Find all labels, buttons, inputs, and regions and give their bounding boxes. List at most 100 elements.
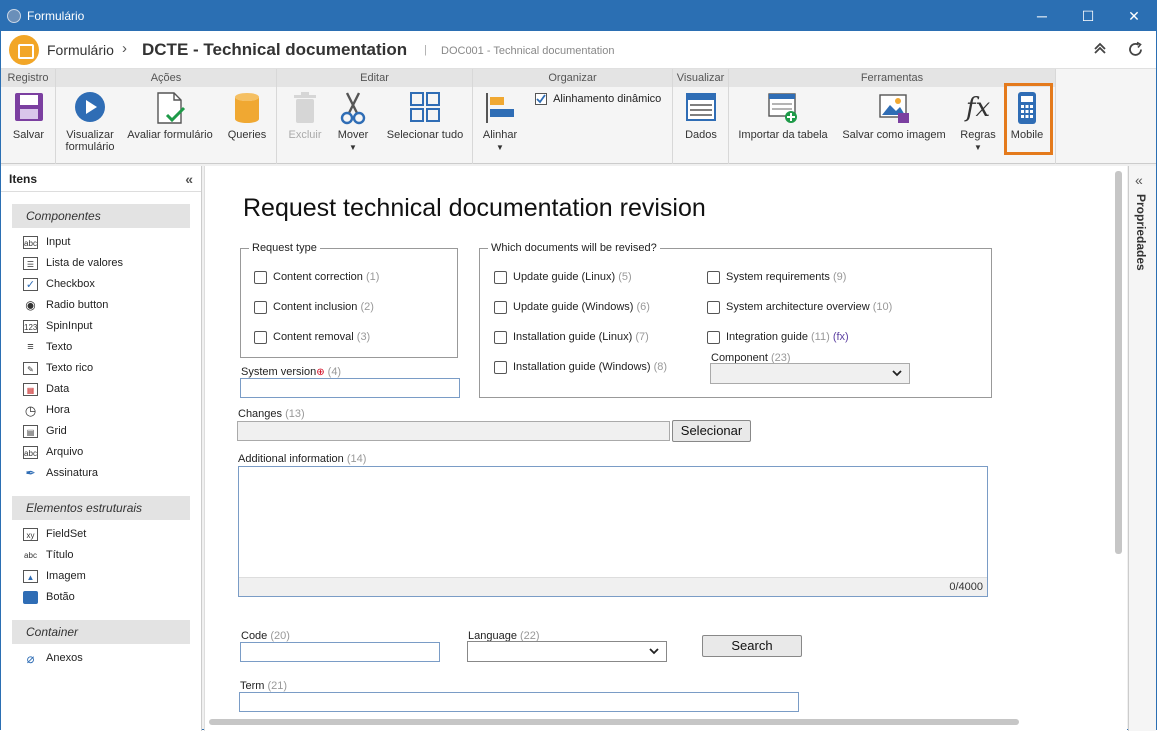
changes-label: Changes (13) bbox=[238, 408, 305, 420]
checkbox-installation-guide-windows[interactable]: Installation guide (Windows) (8) bbox=[494, 360, 667, 376]
collapse-panel-icon[interactable]: « bbox=[185, 166, 193, 192]
checkbox-content-inclusion[interactable]: Content inclusion (2) bbox=[254, 300, 374, 316]
mobile-highlight-frame bbox=[1004, 83, 1053, 155]
additional-info-textarea[interactable]: 0/4000 bbox=[238, 466, 988, 597]
save-button[interactable]: Salvar bbox=[6, 91, 51, 141]
data-button[interactable]: Dados bbox=[679, 91, 723, 141]
item-texto-rico[interactable]: ✎ Texto rico bbox=[1, 358, 201, 379]
ribbon-group-label: Visualizar bbox=[673, 69, 728, 87]
item-hora[interactable]: ◷ Hora bbox=[1, 400, 201, 421]
image-save-icon bbox=[878, 91, 910, 125]
item-fieldset[interactable]: xy FieldSet bbox=[1, 524, 201, 545]
item-botao[interactable]: Botão bbox=[1, 587, 201, 608]
checkbox-checked-icon bbox=[535, 93, 547, 106]
queries-button[interactable]: Queries bbox=[222, 91, 272, 141]
item-titulo[interactable]: abc Título bbox=[1, 545, 201, 566]
item-input[interactable]: abc Input bbox=[1, 232, 201, 253]
move-label: Mover bbox=[337, 129, 369, 141]
item-grid[interactable]: ▤ Grid bbox=[1, 421, 201, 442]
checkbox-system-requirements[interactable]: System requirements (9) bbox=[707, 270, 846, 286]
table-data-icon bbox=[685, 91, 717, 125]
function-fx-icon: fx bbox=[965, 93, 991, 123]
chevron-double-up-icon[interactable] bbox=[1093, 41, 1107, 60]
dynamic-alignment-checkbox[interactable]: Alinhamento dinâmico bbox=[535, 93, 662, 106]
item-checkbox[interactable]: ✓ Checkbox bbox=[1, 274, 201, 295]
changes-input[interactable] bbox=[237, 421, 670, 441]
item-texto[interactable]: ≡ Texto bbox=[1, 337, 201, 358]
item-data[interactable]: ▦ Data bbox=[1, 379, 201, 400]
fx-badge[interactable]: (fx) bbox=[833, 331, 849, 343]
item-spininput[interactable]: 123 SpinInput bbox=[1, 316, 201, 337]
item-arquivo[interactable]: abc Arquivo bbox=[1, 442, 201, 463]
item-assinatura[interactable]: ✒ Assinatura bbox=[1, 463, 201, 484]
ribbon-group-label: Registro bbox=[1, 69, 55, 87]
item-value-list[interactable]: ☰ Lista de valores bbox=[1, 253, 201, 274]
search-button[interactable]: Search bbox=[702, 635, 802, 657]
item-anexos[interactable]: ⌀ Anexos bbox=[1, 648, 201, 669]
items-panel-header: Itens « bbox=[1, 166, 201, 192]
form-title[interactable]: Request technical documentation revision bbox=[243, 194, 706, 223]
maximize-button[interactable]: ☐ bbox=[1065, 1, 1111, 31]
checkbox-content-correction[interactable]: Content correction (1) bbox=[254, 270, 379, 286]
align-left-icon bbox=[484, 91, 516, 125]
breadcrumb-separator: › bbox=[122, 40, 127, 57]
close-button[interactable]: ✕ bbox=[1111, 1, 1157, 31]
play-icon bbox=[74, 91, 106, 125]
language-select[interactable] bbox=[467, 641, 667, 662]
additional-info-label: Additional information (14) bbox=[238, 453, 367, 465]
properties-panel-title: Propriedades bbox=[1134, 194, 1148, 271]
save-as-image-button[interactable]: Salvar como imagem bbox=[839, 91, 949, 141]
data-label: Dados bbox=[685, 129, 717, 141]
title-abc-icon: abc bbox=[24, 551, 37, 560]
item-imagem[interactable]: ▲ Imagem bbox=[1, 566, 201, 587]
item-radio-button[interactable]: ◉ Radio button bbox=[1, 295, 201, 316]
import-table-button[interactable]: Importar da tabela bbox=[735, 91, 831, 141]
checkbox-system-architecture[interactable]: System architecture overview (10) bbox=[707, 300, 892, 316]
app-icon bbox=[7, 9, 21, 23]
code-input[interactable] bbox=[240, 642, 440, 662]
delete-label: Excluir bbox=[288, 129, 322, 141]
delete-button[interactable]: Excluir bbox=[281, 91, 329, 141]
form-module-logo-icon bbox=[9, 35, 39, 65]
checkbox-content-removal[interactable]: Content removal (3) bbox=[254, 330, 370, 346]
ribbon-group-label: Organizar bbox=[473, 69, 672, 87]
selecionar-button[interactable]: Selecionar bbox=[672, 420, 751, 442]
caret-down-icon: ▼ bbox=[349, 143, 357, 152]
container-list: ⌀ Anexos bbox=[1, 648, 201, 669]
minimize-button[interactable]: ─ bbox=[1019, 1, 1065, 31]
term-label: Term (21) bbox=[240, 680, 288, 692]
expand-panel-icon[interactable]: « bbox=[1135, 172, 1143, 188]
vertical-scrollbar[interactable] bbox=[1115, 171, 1122, 554]
checkbox-update-guide-linux[interactable]: Update guide (Linux) (5) bbox=[494, 270, 632, 286]
rules-label: Regras bbox=[960, 129, 996, 141]
checkbox-installation-guide-linux[interactable]: Installation guide (Linux) (7) bbox=[494, 330, 649, 346]
chevron-down-icon bbox=[648, 644, 660, 661]
rules-button[interactable]: fx Regras ▼ bbox=[957, 91, 999, 152]
fieldset-legend: Request type bbox=[252, 242, 317, 254]
char-counter: 0/4000 bbox=[239, 577, 987, 596]
align-button[interactable]: Alinhar ▼ bbox=[479, 91, 521, 152]
code-label: Code (20) bbox=[241, 630, 290, 642]
checkbox-integration-guide[interactable]: Integration guide (11) (fx) bbox=[707, 330, 849, 346]
component-select[interactable] bbox=[710, 363, 910, 384]
properties-panel[interactable]: « Propriedades bbox=[1128, 166, 1156, 731]
refresh-icon[interactable] bbox=[1127, 41, 1144, 63]
system-version-input[interactable] bbox=[240, 378, 460, 398]
select-all-button[interactable]: Selecionar tudo bbox=[383, 91, 467, 141]
preview-form-label: Visualizar formulário bbox=[65, 129, 115, 153]
term-input[interactable] bbox=[239, 692, 799, 712]
breadcrumb-header: Formulário › DCTE - Technical documentat… bbox=[1, 31, 1156, 69]
items-panel: Itens « Componentes abc Input ☰ Lista de v… bbox=[1, 166, 202, 731]
window-title: Formulário bbox=[27, 9, 85, 23]
text-lines-icon: ≡ bbox=[27, 341, 34, 353]
required-icon: ⊕ bbox=[316, 367, 325, 378]
move-button[interactable]: Mover ▼ bbox=[333, 91, 373, 152]
checkbox-update-guide-windows[interactable]: Update guide (Windows) (6) bbox=[494, 300, 650, 316]
preview-form-button[interactable]: Visualizar formulário bbox=[60, 91, 120, 153]
horizontal-scrollbar[interactable] bbox=[209, 719, 1019, 725]
breadcrumb-subtitle: DOC001 - Technical documentation bbox=[441, 45, 615, 57]
dynamic-alignment-label: Alinhamento dinâmico bbox=[553, 93, 662, 106]
checkbox-icon: ✓ bbox=[23, 278, 38, 291]
breadcrumb-module[interactable]: Formulário bbox=[47, 42, 114, 58]
evaluate-form-button[interactable]: Avaliar formulário bbox=[126, 91, 214, 141]
